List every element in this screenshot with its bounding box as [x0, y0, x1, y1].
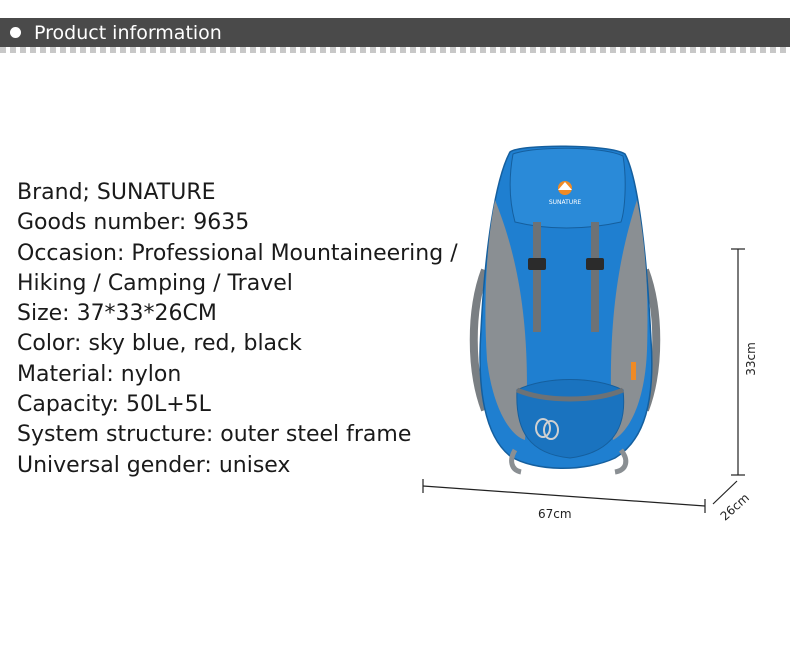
spec-goods-number: Goods number: 9635 [17, 210, 250, 236]
spec-list: Brand; SUNATURE Goods number: 9635 Occas… [17, 178, 467, 481]
header-divider [0, 47, 790, 53]
spec-capacity: Capacity: 50L+5L [17, 392, 211, 418]
width-dimension-label: 67cm [538, 507, 572, 521]
spec-occasion-cont: Hiking / Camping / Travel [17, 270, 293, 296]
spec-material: Material: nylon [17, 361, 182, 387]
spec-brand: Brand; SUNATURE [17, 180, 216, 205]
spec-system-structure: System structure: outer steel frame [17, 422, 412, 448]
spec-size: Size: 37*33*26CM [17, 301, 217, 327]
spec-gender: Universal gender: unisex [17, 452, 291, 478]
backpack: SUNATURE [469, 145, 661, 475]
spec-occasion: Occasion: Professional Mountaineering / [17, 240, 458, 266]
brand-logo-text: SUNATURE [549, 199, 582, 206]
section-title: Product information [34, 22, 222, 44]
spec-color: Color: sky blue, red, black [17, 331, 302, 357]
product-image: SUNATURE [422, 145, 745, 513]
bullet-icon [10, 27, 21, 38]
height-dimension-label: 33cm [743, 342, 758, 376]
